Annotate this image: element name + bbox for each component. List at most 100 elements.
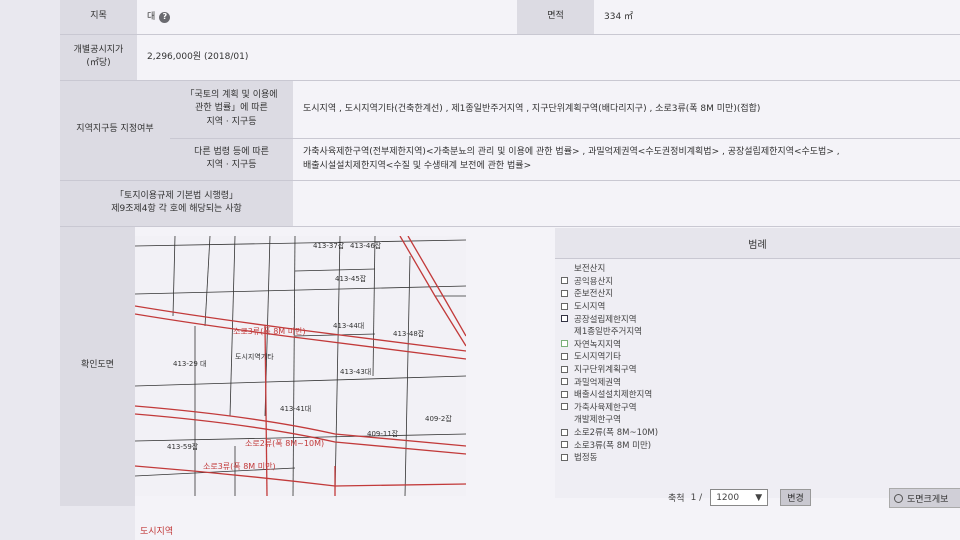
legend-item-label: 배출시설설치제한지역 xyxy=(574,390,653,401)
legend-item[interactable]: 과밀억제권역 xyxy=(561,375,658,388)
legend-item-label: 보전산지 xyxy=(574,264,606,275)
legend-item-label: 지구단위계획구역 xyxy=(574,365,637,376)
scale-select[interactable]: 1200 ▼ xyxy=(710,489,769,506)
price-value-text: 2,296,000원 (2018/01) xyxy=(147,51,249,62)
map-label-413-48: 413-48잡 xyxy=(393,329,425,338)
map-drawing: 413-37잡 413-46잡 413-45잡 413-44대 413-48잡 … xyxy=(135,236,466,496)
legend-title: 범례 xyxy=(555,228,960,259)
legend-item[interactable]: 소로2류(폭 8M~10M) xyxy=(561,426,658,439)
area-label-text: 면적 xyxy=(547,11,564,22)
zone-sub2-line2: 지역 · 지구등 xyxy=(206,160,257,170)
legend-item[interactable]: 도시지역기타 xyxy=(561,350,658,363)
chevron-down-icon: ▼ xyxy=(755,492,763,503)
zone-sub2-value-line2: 배출시설설치제한지역<수질 및 수생태계 보전에 관한 법률> xyxy=(303,161,532,171)
legend-item[interactable]: 자연녹지지역 xyxy=(561,338,658,351)
legend-item[interactable]: 지구단위계획구역 xyxy=(561,363,658,376)
legend-item-label: 개발제한구역 xyxy=(574,415,621,426)
jimok-value: 대? xyxy=(137,0,517,34)
legend-checkbox[interactable] xyxy=(561,277,568,285)
jimok-label: 지목 xyxy=(60,0,137,34)
legend-checkbox[interactable] xyxy=(561,378,568,386)
area-label: 면적 xyxy=(517,0,594,34)
legend-checkbox[interactable] xyxy=(561,441,568,449)
enforce-line1: 「토지이용규제 기본법 시행령」 xyxy=(114,190,239,201)
map-label-road3-b: 소로3류(폭 8M 미만) xyxy=(203,462,276,471)
map-label: 확인도면 xyxy=(60,226,135,506)
legend-item[interactable]: 소로3류(폭 8M 미만) xyxy=(561,438,658,451)
map-label-413-59: 413-59잡 xyxy=(167,442,199,451)
legend-item[interactable]: 준보전산지 xyxy=(561,287,658,300)
legend-checkbox[interactable] xyxy=(561,315,568,323)
scale-prefix: 1 / xyxy=(690,492,703,503)
zoom-map-label: 도면크게보 xyxy=(907,494,949,505)
legend-item[interactable]: 제1종일반주거지역 xyxy=(561,325,658,338)
legend-item-label: 준보전산지 xyxy=(574,289,614,300)
price-value: 2,296,000원 (2018/01) xyxy=(137,34,960,80)
legend-checkbox[interactable] xyxy=(561,265,568,272)
enforce-line2: 제9조제4항 각 호에 해당되는 사항 xyxy=(111,204,242,214)
map-label-413-43: 413-43대 xyxy=(340,368,371,376)
zone-sub1-line2: 관한 법률」에 따른 xyxy=(195,103,268,114)
area-value: 334 ㎡ xyxy=(594,0,960,34)
legend-item-label: 제1종일반주거지역 xyxy=(574,327,642,338)
legend-item[interactable]: 법정동 xyxy=(561,451,658,464)
legend-item[interactable]: 보전산지 xyxy=(561,262,658,275)
legend-checkbox[interactable] xyxy=(561,403,568,411)
zoom-map-button[interactable]: 도면크게보 xyxy=(889,488,960,508)
legend-checkbox[interactable] xyxy=(561,289,568,297)
price-label: 개별공시지가 (㎡당) xyxy=(60,34,137,80)
jimok-label-text: 지목 xyxy=(90,11,107,22)
zone-sub2-value-line1: 가축사육제한구역(전부제한지역)<가축분뇨의 관리 및 이용에 관한 법률> ,… xyxy=(303,146,840,157)
cadastral-map[interactable]: 413-37잡 413-46잡 413-45잡 413-44대 413-48잡 … xyxy=(135,236,466,496)
map-label-urban-etc: 도시지역기타 xyxy=(235,352,274,361)
legend-panel: 범례 보전산지 공익용산지준보전산지도시지역 공장설립제한지역제1종일반주거지역 자연… xyxy=(555,228,960,498)
legend-item-label: 과밀억제권역 xyxy=(574,377,621,388)
legend-list: 보전산지 공익용산지준보전산지도시지역 공장설립제한지역제1종일반주거지역 자연녹지지… xyxy=(561,262,658,464)
footer-row: 도시지역 xyxy=(135,506,960,540)
legend-item-label: 자연녹지지역 xyxy=(574,339,621,350)
zone-sub1-label: 「국토의 계획 및 이용에 관한 법률」에 따른 지역 · 지구등 xyxy=(170,80,293,138)
zone-sub2-value: 가축사육제한구역(전부제한지역)<가축분뇨의 관리 및 이용에 관한 법률> ,… xyxy=(293,138,960,180)
zone-sub2-line1: 다른 법령 등에 따른 xyxy=(194,146,269,157)
legend-checkbox[interactable] xyxy=(561,365,568,373)
map-label-413-46: 413-46잡 xyxy=(350,241,382,250)
legend-item-label: 도시지역 xyxy=(574,302,606,313)
legend-checkbox[interactable] xyxy=(561,428,568,436)
zone-sub1-line1: 「국토의 계획 및 이용에 xyxy=(185,90,278,101)
legend-item-label: 공익용산지 xyxy=(574,276,614,287)
legend-item[interactable]: 공장설립제한지역 xyxy=(561,312,658,325)
legend-item[interactable]: 공익용산지 xyxy=(561,275,658,288)
map-label-text: 확인도면 xyxy=(80,360,115,371)
magnifier-icon xyxy=(894,493,903,503)
legend-item-label: 가축사육제한구역 xyxy=(574,402,637,413)
legend-checkbox[interactable] xyxy=(561,340,568,348)
legend-item[interactable]: 배출시설설치제한지역 xyxy=(561,388,658,401)
map-label-413-45: 413-45잡 xyxy=(335,274,367,283)
price-label-line1: 개별공시지가 xyxy=(73,44,124,55)
map-label-413-29: 413-29 대 xyxy=(173,360,206,368)
help-icon[interactable]: ? xyxy=(159,11,171,23)
legend-checkbox[interactable] xyxy=(561,352,568,360)
map-label-413-37: 413-37잡 xyxy=(313,241,345,250)
legend-checkbox[interactable] xyxy=(561,328,568,335)
map-label-409-11: 409-11잡 xyxy=(367,429,399,438)
legend-item[interactable]: 개발제한구역 xyxy=(561,413,658,426)
legend-item[interactable]: 도시지역 xyxy=(561,300,658,313)
area-value-text: 334 ㎡ xyxy=(604,11,634,22)
price-label-line2: (㎡당) xyxy=(86,58,111,68)
zone-sub2-label: 다른 법령 등에 따른 지역 · 지구등 xyxy=(170,138,293,180)
zone-sub1-value: 도시지역 , 도시지역기타(건축한계선) , 제1종일반주거지역 , 지구단위계… xyxy=(293,80,960,138)
zone-sub1-value-text: 도시지역 , 도시지역기타(건축한계선) , 제1종일반주거지역 , 지구단위계… xyxy=(303,103,761,114)
legend-checkbox[interactable] xyxy=(561,453,568,461)
enforce-label: 「토지이용규제 기본법 시행령」 제9조제4항 각 호에 해당되는 사항 xyxy=(60,180,293,226)
legend-checkbox[interactable] xyxy=(561,302,568,310)
legend-checkbox[interactable] xyxy=(561,390,568,398)
legend-checkbox[interactable] xyxy=(561,416,568,423)
scale-value: 1200 xyxy=(716,492,740,503)
legend-item[interactable]: 가축사육제한구역 xyxy=(561,401,658,414)
legend-item-label: 소로2류(폭 8M~10M) xyxy=(574,428,659,439)
scale-change-button[interactable]: 변경 xyxy=(780,489,811,506)
scale-label: 축척 xyxy=(668,494,685,504)
map-label-road3-a: 소로3류(폭 8M 미만) xyxy=(233,327,306,336)
legend-item-label: 소로3류(폭 8M 미만) xyxy=(574,440,652,451)
